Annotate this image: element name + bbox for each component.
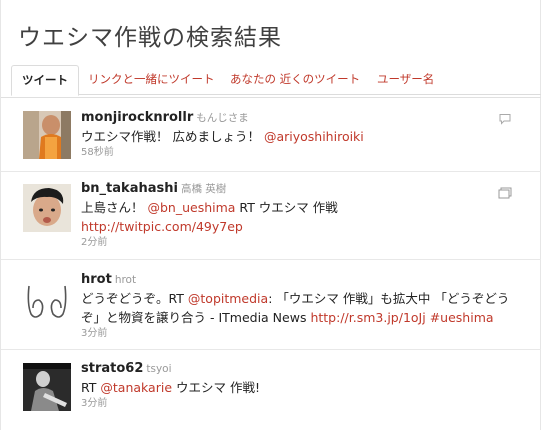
search-results-panel: ウエシマ作戦の検索結果 ツイート リンクと一緒にツイート あなたの 近くのツイー… [0,0,541,430]
tweet-text-segment: RT ウエシマ 作戦 [235,200,338,215]
tab-tweets[interactable]: ツイート [11,65,79,96]
tweet-item: strato62 tsyoi RT @tanakarie ウエシマ 作戦! 3分前 [1,350,541,430]
tweet-real-name: hrot [114,274,137,286]
reply-icon[interactable] [498,110,512,125]
hashtag-link[interactable]: #ueshima [430,310,494,325]
tab-usernames[interactable]: ユーザー名 [367,65,444,95]
tweet-item: monjirocknrollr もんじさま ウエシマ作戦！ 広めましょう！ @ar… [1,97,541,172]
tweet-text: http://twitpic.com/49y7ep [81,217,502,236]
tweet-item: hrot hrot どうぞどうぞ。RT @topitmedia: 「ウエシマ 作戦… [1,260,541,350]
url-link[interactable]: http://twitpic.com/49y7ep [81,219,243,234]
tweet-real-name: もんじさま [196,112,249,124]
mention-link[interactable]: @tanakarie [100,380,172,395]
page-title: ウエシマ作戦の検索結果 [18,25,282,51]
tweet-screen-name[interactable]: hrot [81,272,112,287]
tweet-text: ウエシマ作戦！ 広めましょう！ @ariyoshihiroiki [81,127,502,146]
tweet-text-segment: : 「ウエシマ 作戦」も拡大中 「どうぞどう [268,291,510,306]
mention-link[interactable]: @topitmedia [188,291,268,306]
tweet-timestamp[interactable]: 2分前 [81,236,502,249]
tweet-timestamp[interactable]: 3分前 [81,327,502,340]
tweet-real-name: tsyoi [146,363,172,375]
tweet-screen-name[interactable]: strato62 [81,361,143,376]
tweet-timestamp[interactable]: 58秒前 [81,146,502,159]
tweet-text: 上島さん！ @bn_ueshima RT ウエシマ 作戦 [81,198,502,217]
tweet-text-segment: ウエシマ 作戦! [172,380,260,395]
tweet-text: RT @tanakarie ウエシマ 作戦! [81,378,502,397]
tweet-real-name: 高橋 英樹 [180,183,227,195]
tweet-screen-name[interactable]: bn_takahashi [81,181,178,196]
avatar[interactable] [23,363,71,411]
tweet-text-segment: どうぞどうぞ。RT [81,291,188,306]
tweet-timestamp[interactable]: 3分前 [81,397,502,410]
url-link[interactable]: http://r.sm3.jp/1oJj [310,310,425,325]
tab-bar: ツイート リンクと一緒にツイート あなたの 近くのツイート ユーザー名 [11,65,541,96]
avatar[interactable] [23,111,71,159]
tweet-text: どうぞどうぞ。RT @topitmedia: 「ウエシマ 作戦」も拡大中 「どう… [81,289,509,308]
avatar[interactable] [23,184,71,232]
tab-nearby-tweets[interactable]: あなたの 近くのツイート [220,65,370,95]
tweet-screen-name[interactable]: monjirocknrollr [81,110,193,125]
tweet-item: bn_takahashi 高橋 英樹 上島さん！ @bn_ueshima RT ウ… [1,172,541,260]
tab-tweets-with-links[interactable]: リンクと一緒にツイート [78,65,225,95]
tweet-text-segment: 上島さん！ [81,200,148,215]
image-icon[interactable] [498,184,512,199]
avatar[interactable] [23,274,71,322]
mention-link[interactable]: @ariyoshihiroiki [264,129,364,144]
tweet-text-segment: ウエシマ作戦！ 広めましょう！ [81,129,264,144]
tweet-text-segment: RT [81,380,101,395]
mention-link[interactable]: @bn_ueshima [147,200,235,215]
tweet-text: ぞ」と物資を譲り合う - ITmedia News http://r.sm3.j… [81,308,502,327]
tweet-text-segment: ぞ」と物資を譲り合う - ITmedia News [81,310,311,325]
